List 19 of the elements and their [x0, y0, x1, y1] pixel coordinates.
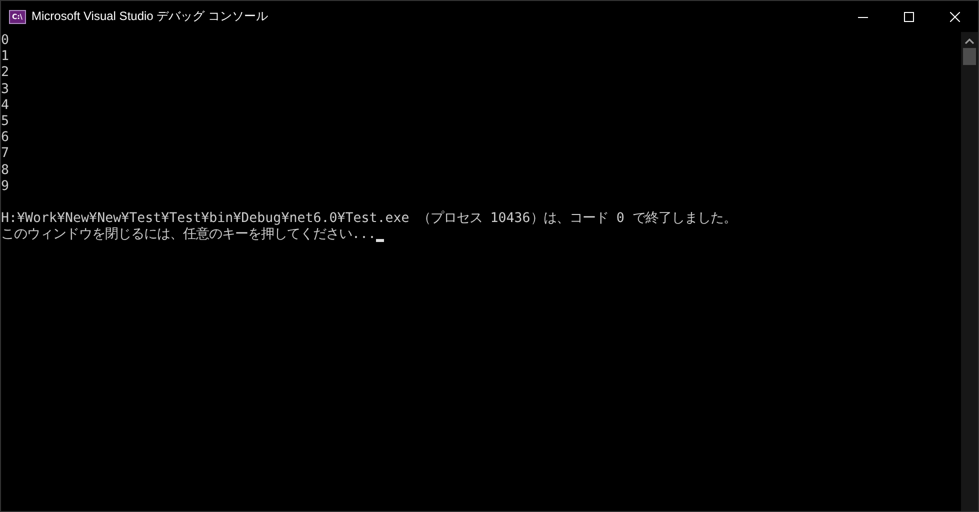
close-icon [950, 12, 960, 22]
console-output-line: 8 [1, 162, 10, 179]
maximize-icon [904, 12, 914, 22]
console-output-line: 1 [1, 49, 10, 66]
console-output-line: 5 [1, 114, 10, 130]
console-output-line: 4 [1, 98, 10, 114]
console-output-line: 0 [1, 33, 10, 50]
console-output-line: 7 [1, 146, 10, 163]
scrollbar[interactable] [961, 32, 978, 511]
console-output-line: 3 [1, 82, 10, 98]
console-output-line: 9 [1, 178, 10, 196]
scroll-thumb[interactable] [963, 48, 976, 65]
scroll-up-icon[interactable] [965, 38, 974, 44]
console-message-line: H:¥Work¥New¥New¥Test¥Test¥bin¥Debug¥net6.0¥Test.exe （プロセス 10436）は、コード 0 で終了しました。 [1, 211, 736, 226]
window-title: Microsoft Visual Studio デバッグ コンソール [32, 8, 268, 25]
console-output-line: 2 [1, 65, 10, 82]
console-message-line: このウィンドウを閉じるには、任意のキーを押してください... [1, 227, 376, 244]
console-output-line: 6 [1, 130, 10, 146]
text-cursor [376, 238, 384, 242]
